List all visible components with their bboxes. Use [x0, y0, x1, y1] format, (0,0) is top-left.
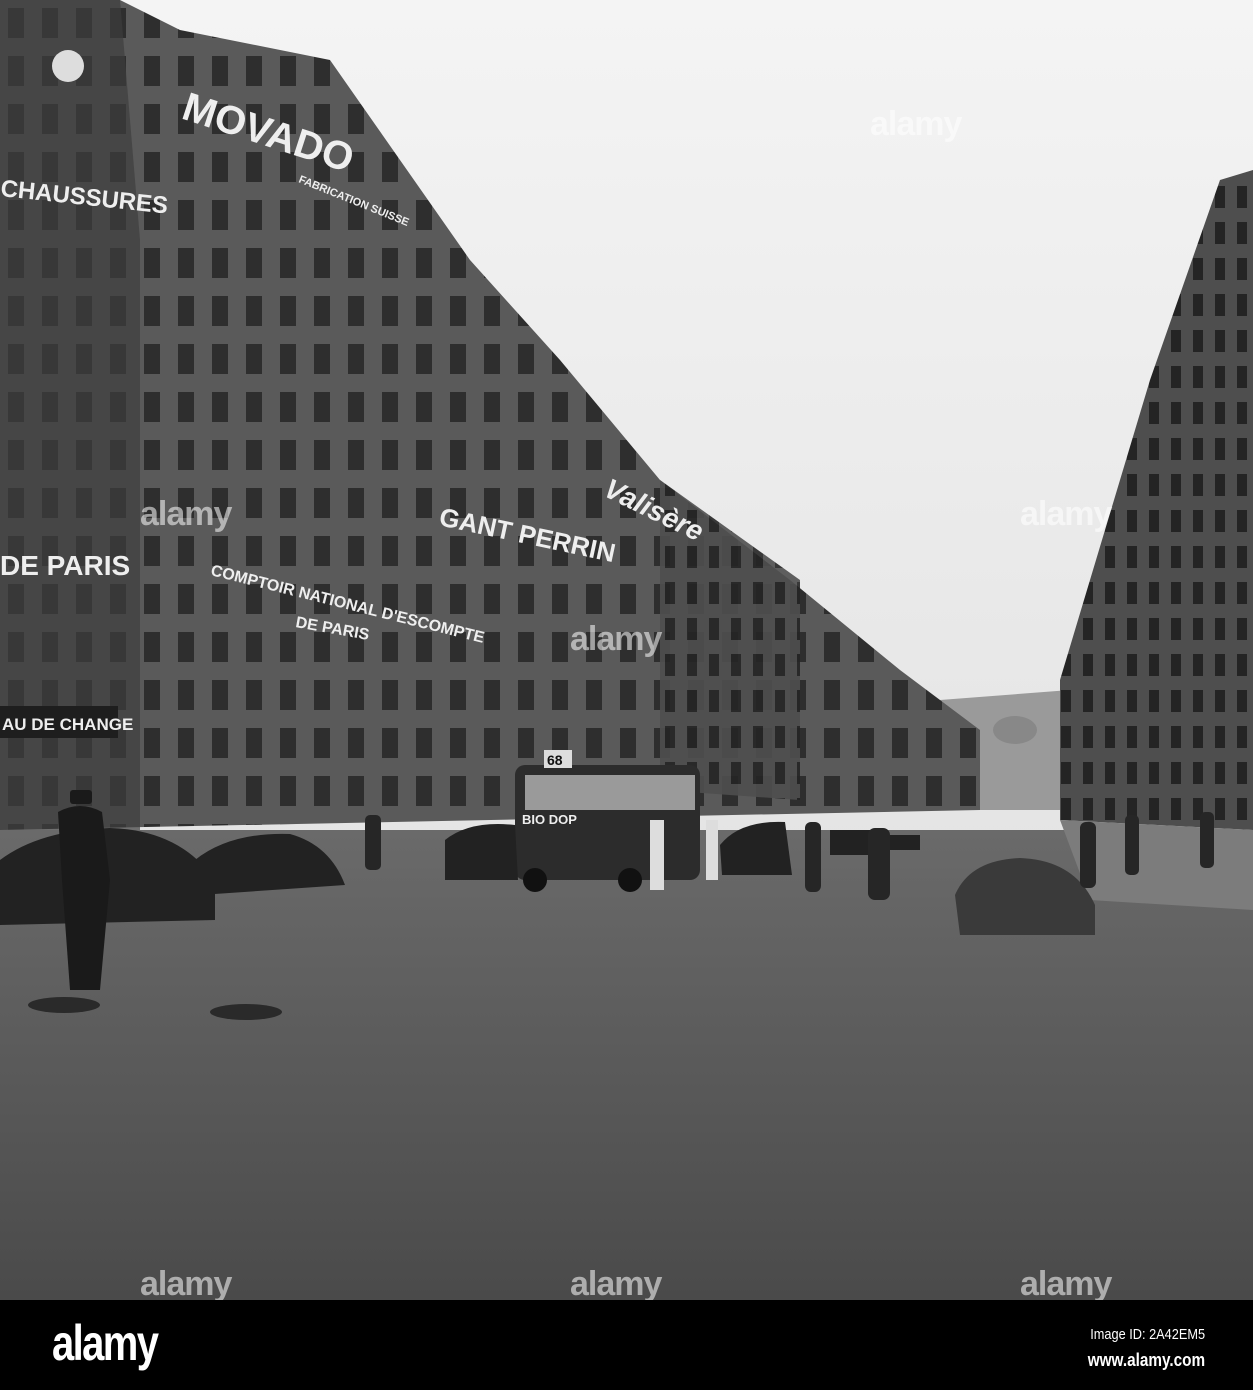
sign-change: AU DE CHANGE	[2, 715, 133, 734]
watermark: alamy	[870, 105, 962, 143]
footer-bar: alamy Image ID: 2A42EM5 www.alamy.com	[0, 1300, 1253, 1390]
distant-dome	[993, 716, 1037, 744]
sign-de-paris: DE PARIS	[0, 550, 130, 581]
image-id: Image ID: 2A42EM5	[1090, 1326, 1205, 1343]
corner-building	[0, 0, 140, 830]
watermark: alamy	[140, 1265, 232, 1303]
traffic-post	[706, 820, 718, 880]
watermark: alamy	[570, 1265, 662, 1303]
site-link[interactable]: www.alamy.com	[1088, 1350, 1205, 1371]
bus: 68 BIO DOP	[515, 750, 700, 892]
watermark: alamy	[570, 620, 662, 658]
watermark: alamy	[1020, 495, 1112, 533]
watermark: alamy	[1020, 1265, 1112, 1303]
alamy-logo: alamy	[52, 1315, 159, 1371]
bus-route: 68	[547, 752, 563, 768]
watermark: alamy	[140, 495, 232, 533]
bus-ad: BIO DOP	[522, 812, 577, 827]
street-photo: MOVADO FABRICATION SUISSE CHAUSSURES DE …	[0, 0, 1253, 1390]
traffic-post	[650, 820, 664, 890]
manhole	[210, 1004, 282, 1020]
manhole	[28, 997, 100, 1013]
clock	[52, 50, 84, 82]
